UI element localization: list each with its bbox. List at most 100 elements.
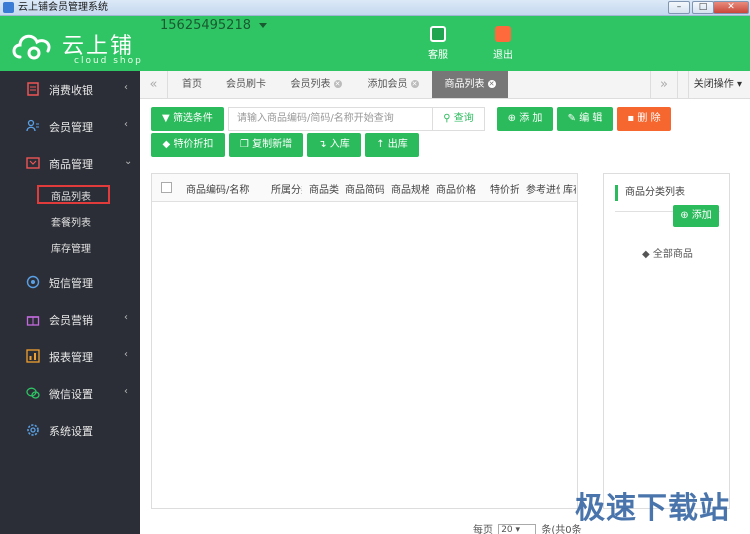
- sidebar-subitem-label: 库存管理: [51, 244, 91, 255]
- chevron-left-icon: ‹: [124, 119, 128, 130]
- search-placeholder: 请输入商品编码/简码/名称开始查询: [237, 113, 394, 124]
- column-header[interactable]: 库存: [563, 181, 576, 196]
- arrow-down-icon: ↴: [318, 139, 327, 150]
- sidebar-item-label: 商品管理: [49, 158, 93, 171]
- sidebar-item-reports[interactable]: 报表管理 ‹: [0, 338, 140, 375]
- chevron-left-icon: ‹: [124, 349, 128, 360]
- tab-home[interactable]: 首页: [172, 71, 212, 98]
- close-tab-icon[interactable]: ✕: [487, 80, 496, 88]
- sidebar-item-marketing[interactable]: 会员营销 ‹: [0, 301, 140, 338]
- window-title: 云上铺会员管理系统: [18, 2, 108, 13]
- tab-scroll-left-button[interactable]: «: [140, 71, 168, 98]
- minimize-button[interactable]: –: [668, 1, 690, 14]
- gift-icon: [26, 316, 40, 326]
- maximize-button[interactable]: □: [692, 1, 714, 14]
- add-category-button[interactable]: ⊕ 添加: [673, 205, 719, 227]
- sidebar: 消费收银 ‹ 会员管理 ‹ 商品管理 ⌄ 商品列表 套餐列表 库存管理 短信管理…: [0, 71, 140, 534]
- sidebar-item-goods[interactable]: 商品管理 ⌄: [0, 145, 140, 182]
- app-icon: [3, 2, 14, 13]
- tab-label: 商品列表: [444, 79, 485, 90]
- trash-icon: ▪: [627, 113, 635, 124]
- sidebar-item-label: 会员管理: [49, 121, 93, 134]
- category-all-goods[interactable]: ◆ 全部商品: [642, 245, 693, 260]
- members-icon: [26, 119, 39, 132]
- filter-icon: ▼: [162, 113, 170, 124]
- gear-icon: [27, 424, 39, 436]
- logo-subtitle: cloud shop: [74, 56, 143, 66]
- search-button[interactable]: ⚲ 查询: [433, 107, 485, 131]
- arrow-up-icon: ↑: [376, 139, 385, 150]
- close-tab-icon[interactable]: ✕: [410, 80, 419, 88]
- close-window-button[interactable]: ✕: [713, 1, 749, 14]
- sidebar-subitem-package-list[interactable]: 套餐列表: [0, 208, 140, 234]
- plus-circle-icon: ⊕: [680, 210, 689, 221]
- delete-label: 删 除: [637, 113, 661, 124]
- goods-table: 商品编码/名称 所属分类 商品类型 商品简码 商品规格 商品价格 特价折扣 参考…: [151, 173, 578, 509]
- plus-circle-icon: ⊕: [507, 113, 516, 124]
- column-header[interactable]: 特价折扣: [490, 181, 519, 196]
- filter-button[interactable]: ▼ 筛选条件: [151, 107, 224, 131]
- app-header: 云上铺 cloud shop 15625495218 客服 退出: [0, 16, 750, 71]
- chevron-down-icon: [258, 23, 267, 28]
- tab-scroll-right-button[interactable]: »: [650, 71, 678, 98]
- sidebar-item-settings[interactable]: 系统设置: [0, 412, 140, 449]
- delete-button[interactable]: ▪ 删 除: [617, 107, 671, 131]
- table-header: 商品编码/名称 所属分类 商品类型 商品简码 商品规格 商品价格 特价折扣 参考…: [152, 174, 577, 202]
- sidebar-item-label: 会员营销: [49, 314, 93, 327]
- add-button[interactable]: ⊕ 添 加: [497, 107, 553, 131]
- tab-member-list[interactable]: 会员列表 ✕: [282, 71, 350, 98]
- page-size-value: 20: [501, 524, 513, 534]
- close-tab-icon[interactable]: ✕: [333, 80, 342, 88]
- search-input[interactable]: 请输入商品编码/简码/名称开始查询: [228, 107, 433, 131]
- tab-member-card[interactable]: 会员刷卡: [216, 71, 276, 98]
- account-phone[interactable]: 15625495218: [160, 18, 267, 33]
- select-all-checkbox[interactable]: [161, 182, 172, 193]
- edit-icon: ✎: [567, 113, 576, 124]
- sidebar-item-label: 短信管理: [49, 277, 93, 290]
- copy-new-label: 复制新增: [252, 139, 293, 150]
- column-header[interactable]: 所属分类: [271, 181, 302, 196]
- page-size-select[interactable]: 20 ▾: [498, 523, 537, 534]
- close-operations-dropdown[interactable]: 关闭操作 ▾: [687, 71, 742, 98]
- column-header[interactable]: 商品类型: [309, 181, 339, 196]
- tab-label: 首页: [182, 79, 202, 90]
- column-header[interactable]: 商品价格: [436, 181, 483, 196]
- add-category-label: 添加: [691, 210, 712, 221]
- exit-button[interactable]: 退出: [483, 26, 523, 61]
- sidebar-item-cashier[interactable]: 消费收银 ‹: [0, 71, 140, 108]
- wechat-icon: [26, 387, 40, 399]
- sidebar-subitem-inventory[interactable]: 库存管理: [0, 234, 140, 260]
- tab-add-member[interactable]: 添加会员 ✕: [358, 71, 428, 98]
- sidebar-item-members[interactable]: 会员管理 ‹: [0, 108, 140, 145]
- sidebar-item-label: 微信设置: [49, 388, 93, 401]
- column-header[interactable]: 商品规格: [391, 181, 429, 196]
- exit-label: 退出: [493, 50, 513, 61]
- category-panel-title: 商品分类列表: [615, 185, 685, 201]
- power-icon: [495, 26, 511, 42]
- stock-in-button[interactable]: ↴ 入库: [307, 133, 361, 157]
- stock-out-label: 出库: [387, 139, 408, 150]
- discount-label: 特价折扣: [173, 139, 214, 150]
- edit-button[interactable]: ✎ 编 辑: [557, 107, 613, 131]
- sidebar-subitem-label: 套餐列表: [51, 218, 91, 229]
- sidebar-item-sms[interactable]: 短信管理: [0, 264, 140, 301]
- tab-label: 会员刷卡: [226, 79, 266, 90]
- tab-goods-list[interactable]: 商品列表 ✕: [432, 71, 508, 98]
- service-button[interactable]: 客服: [418, 26, 458, 61]
- chevron-left-icon: ‹: [124, 82, 128, 93]
- sidebar-subitem-label: 商品列表: [51, 192, 91, 203]
- column-header[interactable]: 商品编码/名称: [186, 181, 262, 196]
- cloud-logo-icon: [12, 34, 51, 60]
- column-header[interactable]: 参考进价: [526, 181, 560, 196]
- stock-out-button[interactable]: ↑ 出库: [365, 133, 419, 157]
- report-icon: [26, 349, 40, 363]
- pager: 每页 20 ▾ 条(共0条: [473, 521, 582, 534]
- copy-new-button[interactable]: ❐ 复制新增: [229, 133, 303, 157]
- cashier-icon: [27, 82, 39, 96]
- chevron-down-icon: ⌄: [124, 156, 133, 167]
- sidebar-subitem-goods-list[interactable]: 商品列表: [0, 182, 140, 208]
- chevron-left-icon: ‹: [124, 312, 128, 323]
- column-header[interactable]: 商品简码: [345, 181, 384, 196]
- discount-button[interactable]: ◆ 特价折扣: [151, 133, 225, 157]
- sidebar-item-wechat[interactable]: 微信设置 ‹: [0, 375, 140, 412]
